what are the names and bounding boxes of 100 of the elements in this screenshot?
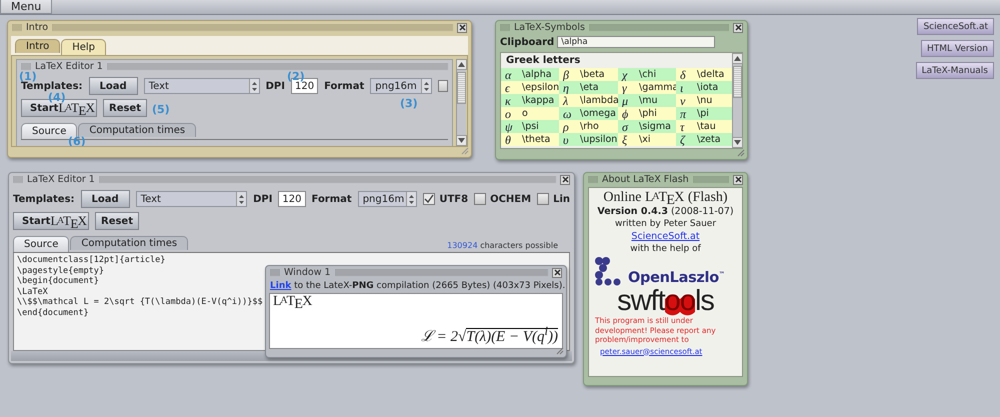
checkbox[interactable] [537, 193, 550, 205]
title-bar-grip[interactable] [13, 176, 23, 183]
close-button[interactable] [552, 268, 562, 278]
panel-title: LaTeX Editor 1 [35, 61, 103, 72]
checkbox[interactable] [423, 193, 436, 205]
close-button[interactable] [560, 174, 570, 184]
symbol-item[interactable]: υ \upsilon [559, 133, 618, 146]
title-bar-grip[interactable] [21, 63, 31, 70]
dpi-field[interactable]: 120 [278, 191, 306, 207]
scrollbar[interactable] [732, 53, 742, 148]
clipboard-label: Clipboard [500, 36, 554, 48]
resize-grip-icon [737, 149, 745, 157]
format-label: Format [324, 80, 364, 92]
dropdown[interactable]: Text [144, 78, 260, 94]
load-button[interactable]: Load [80, 190, 130, 208]
close-button[interactable] [733, 174, 743, 184]
close-icon [562, 176, 568, 183]
tab[interactable]: Help [61, 39, 106, 55]
dpi-label: DPI [253, 194, 272, 204]
tab[interactable]: Source [13, 236, 70, 252]
symbol-item[interactable]: σ \sigma [618, 120, 676, 133]
title-bar-grip[interactable] [692, 176, 729, 183]
close-icon [458, 24, 466, 31]
title-bar-grip[interactable] [500, 24, 510, 31]
symbol-item[interactable]: ι \iota [676, 81, 734, 94]
dropdown[interactable]: png16m [370, 78, 432, 94]
scroll-thumb[interactable] [733, 66, 742, 98]
symbol-item[interactable]: τ \tau [676, 120, 734, 133]
symbol-item[interactable]: ϕ \phi [618, 107, 676, 120]
scrollbar[interactable] [456, 59, 466, 146]
close-button[interactable] [457, 22, 467, 32]
checkbox-label: Lin [553, 194, 570, 204]
symbol-item[interactable]: ν \nu [676, 94, 734, 107]
info-text: Link to the LateX-PNG compilation (2665 Bytes) (403x73 Pixels). [269, 280, 566, 293]
format-label: Format [312, 194, 352, 204]
callout-number: (3) [400, 97, 418, 110]
checkmark-icon [424, 194, 434, 204]
window-title: LaTeX-Symbols [514, 22, 585, 33]
dropdown[interactable]: Text [136, 191, 248, 207]
title-bar-grip[interactable] [588, 176, 598, 183]
title-bar-grip[interactable] [270, 269, 280, 276]
templates-label: Templates: [21, 80, 83, 92]
symbol-item[interactable]: ϵ \epsilon [501, 81, 559, 94]
symbol-item[interactable]: β \beta [559, 68, 618, 81]
link-button[interactable]: LaTeX-Manuals [916, 62, 994, 79]
author-text: written by Peter Sauer [614, 219, 716, 229]
help-text: with the help of [630, 244, 701, 254]
code-line: \documentclass[12pt]{article} [17, 255, 166, 266]
symbol-item[interactable]: ψ \psi [501, 120, 559, 133]
load-button[interactable]: Load [88, 77, 138, 95]
close-button[interactable] [733, 22, 743, 32]
site-link[interactable]: ScienceSoft.at [631, 231, 700, 242]
version-text: Version 0.4.3 (2008-11-07) [597, 206, 734, 217]
checkbox[interactable] [474, 193, 486, 205]
symbol-item[interactable]: θ \theta [501, 133, 559, 146]
title-bar-grip[interactable] [98, 176, 556, 183]
callout-number: (1) [19, 70, 37, 83]
dropdown-arrow-icon [409, 194, 414, 204]
reset-button[interactable]: Reset [103, 99, 147, 117]
symbol-item[interactable]: δ \delta [676, 68, 734, 81]
checkbox[interactable] [438, 80, 448, 92]
code-line: \\$$\mathcal L = 2\sqrt {T(\lambda)(E-V(q^i))}$$ [17, 297, 263, 308]
menu-button[interactable]: Menu [0, 0, 52, 14]
symbol-item[interactable]: ξ \xi [618, 133, 676, 146]
symbol-item[interactable]: λ \lambda [559, 94, 618, 107]
symbol-item[interactable]: α \alpha [501, 68, 559, 81]
window-title: About LaTeX Flash [602, 174, 689, 185]
templates-label: Templates: [13, 194, 75, 204]
symbol-item[interactable]: μ \mu [618, 94, 676, 107]
resize-grip-icon [556, 347, 564, 355]
dropdown[interactable]: png16m [358, 191, 418, 207]
symbol-item[interactable]: π \pi [676, 107, 734, 120]
link-button[interactable]: HTML Version [920, 40, 994, 57]
callout-number: (5) [152, 103, 170, 116]
symbol-item[interactable]: o o [501, 107, 559, 120]
title-bar-grip[interactable] [106, 63, 448, 70]
reset-button[interactable]: Reset [95, 212, 139, 230]
window-title: Intro [26, 22, 48, 33]
symbol-item[interactable]: ω \omega [559, 107, 618, 120]
tab[interactable]: Computation times [70, 236, 188, 250]
symbol-item[interactable]: κ \kappa [501, 94, 559, 107]
close-icon [554, 269, 560, 276]
tab[interactable]: Intro [15, 39, 60, 53]
link-button[interactable]: ScienceSoft.at [917, 18, 994, 35]
symbol-item[interactable]: η \eta [559, 81, 618, 94]
clipboard-field[interactable]: \alpha [557, 36, 716, 48]
title-bar-grip[interactable] [52, 24, 453, 31]
title-bar-grip[interactable] [12, 24, 22, 31]
scroll-thumb[interactable] [457, 72, 466, 104]
dropdown-arrow-icon [252, 82, 257, 90]
tab[interactable]: Computation times [78, 123, 196, 137]
title-bar-grip[interactable] [588, 24, 729, 31]
symbol-item[interactable]: ζ \zeta [676, 133, 734, 146]
dpi-label: DPI [266, 80, 285, 92]
character-count: 130924 characters possible [447, 241, 559, 252]
window-title: LaTeX Editor 1 [27, 174, 95, 185]
link[interactable]: Link [270, 281, 292, 291]
checkbox-label: UTF8 [439, 194, 468, 204]
title-bar-grip[interactable] [334, 269, 548, 276]
symbol-item[interactable]: ρ \rho [559, 120, 618, 133]
